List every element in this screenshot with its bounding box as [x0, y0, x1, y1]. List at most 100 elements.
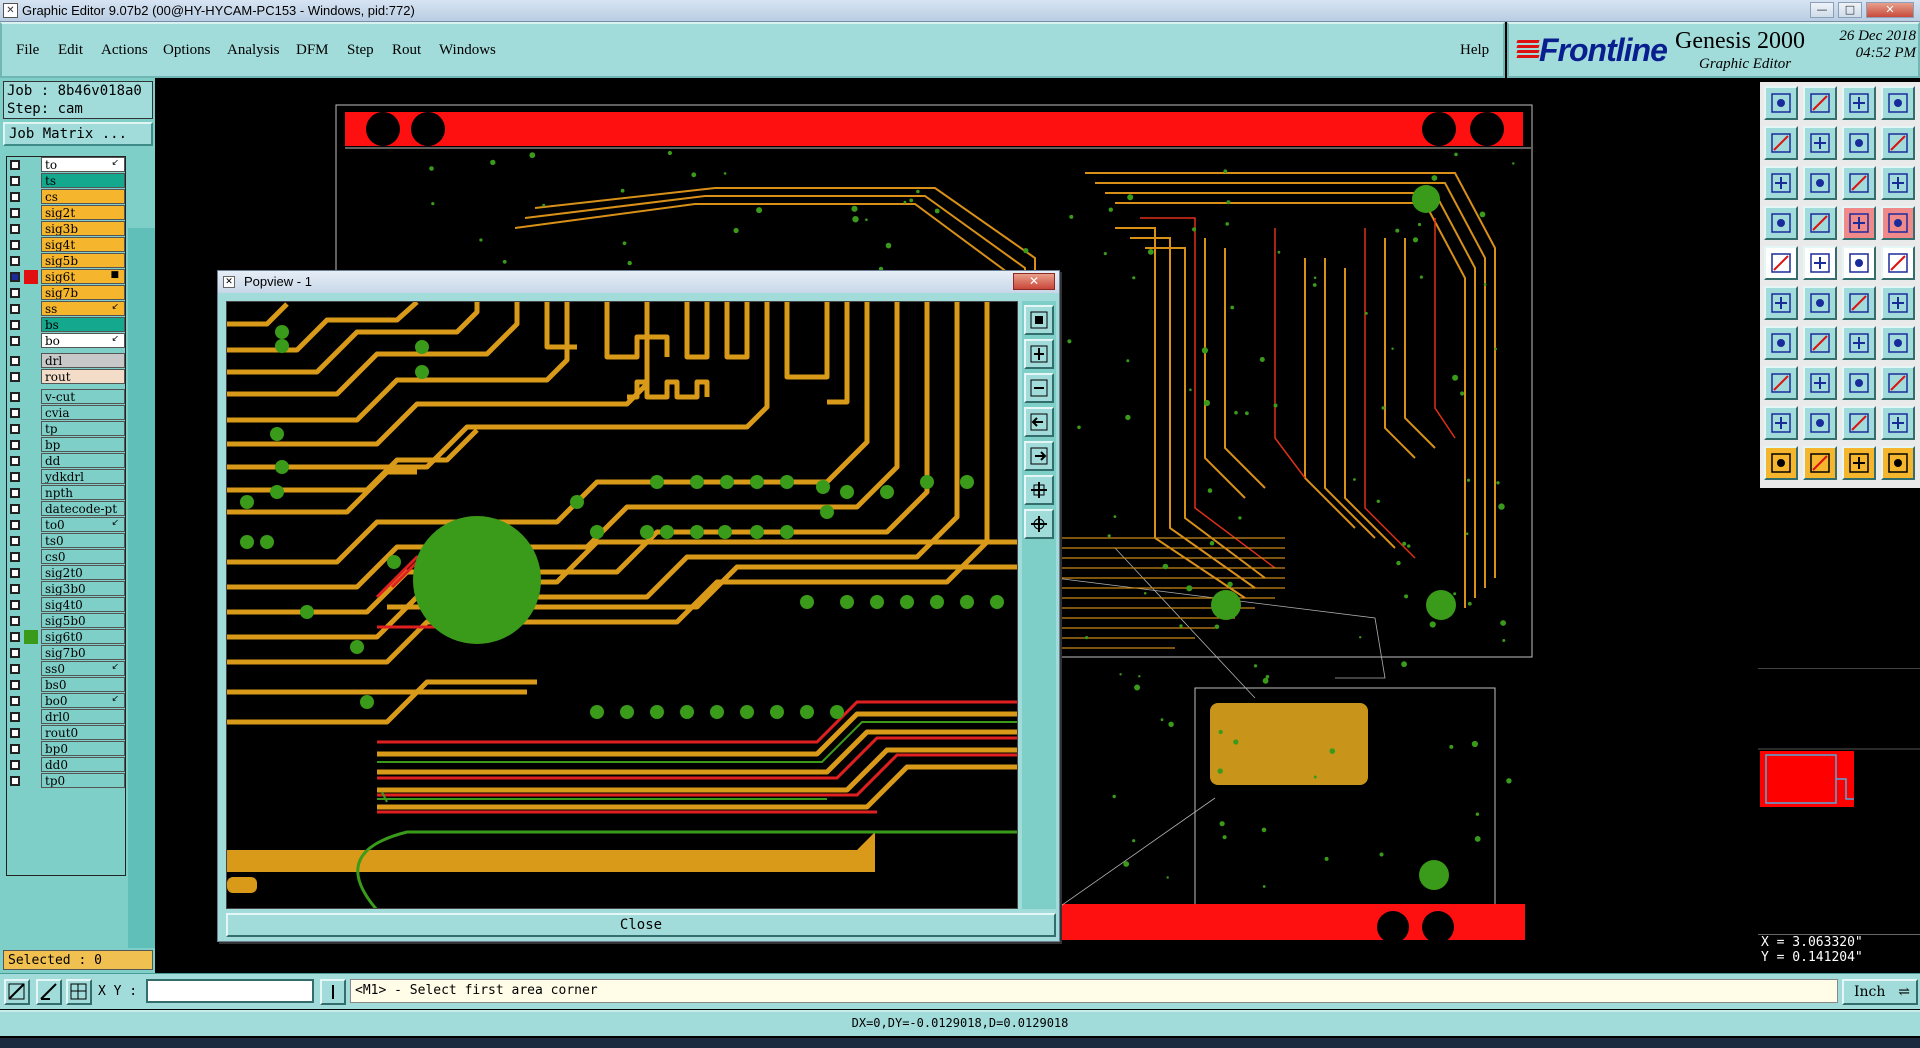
surface-icon[interactable]: [1881, 406, 1915, 440]
layer-name[interactable]: sig2t: [41, 205, 125, 220]
xy-input[interactable]: [146, 979, 314, 1003]
layer-row[interactable]: sig6t ■: [7, 269, 125, 285]
hide-icon[interactable]: [1881, 206, 1915, 240]
layer-row[interactable]: ss ↙: [7, 301, 125, 317]
layer-checkbox[interactable]: [10, 648, 20, 658]
polygon-icon[interactable]: [1842, 406, 1876, 440]
layer-row[interactable]: sig3b: [7, 221, 125, 237]
layer-checkbox[interactable]: [10, 424, 20, 434]
maximize-icon[interactable]: □: [1838, 2, 1862, 18]
menu-dfm[interactable]: DFM: [296, 42, 329, 59]
pad-icon[interactable]: [1881, 246, 1915, 280]
layer-row[interactable]: dd0: [7, 757, 125, 773]
layer-checkbox[interactable]: [10, 536, 20, 546]
help-icon[interactable]: [1881, 166, 1915, 200]
zoom-window-icon[interactable]: [1024, 509, 1054, 539]
menu-file[interactable]: File: [16, 42, 39, 59]
net-icon[interactable]: [1764, 286, 1798, 320]
text-cursor-icon[interactable]: [320, 979, 346, 1005]
layer-name[interactable]: sig3b: [41, 221, 125, 236]
align-icon[interactable]: [1881, 326, 1915, 360]
layer-row[interactable]: sig2t: [7, 205, 125, 221]
popview-canvas[interactable]: [226, 301, 1018, 909]
popview-close-icon[interactable]: ✕: [1013, 273, 1055, 290]
menu-windows[interactable]: Windows: [439, 42, 496, 59]
save-icon[interactable]: [1803, 86, 1837, 120]
home-icon[interactable]: [1842, 86, 1876, 120]
layer-name[interactable]: v-cut: [41, 389, 125, 404]
zoom-out-icon[interactable]: [1024, 373, 1054, 403]
zoom-in-icon[interactable]: [1024, 339, 1054, 369]
layer-name[interactable]: bp: [41, 437, 125, 452]
query-icon[interactable]: [1881, 446, 1915, 480]
layer-checkbox[interactable]: [10, 680, 20, 690]
layer-name[interactable]: rout: [41, 369, 125, 384]
ruler-icon[interactable]: [1842, 246, 1876, 280]
layer-checkbox[interactable]: [10, 372, 20, 382]
zoom-fit-icon[interactable]: [1764, 166, 1798, 200]
layer-checkbox[interactable]: [10, 568, 20, 578]
layer-name[interactable]: rout0: [41, 725, 125, 740]
layer-checkbox[interactable]: [10, 696, 20, 706]
layer-name[interactable]: sig4t0: [41, 597, 125, 612]
layer-row[interactable]: ts: [7, 173, 125, 189]
layer-name[interactable]: sig4t: [41, 237, 125, 252]
layer-row[interactable]: datecode-pt: [7, 501, 125, 517]
import-icon[interactable]: [1764, 126, 1798, 160]
layer-row[interactable]: ydkdrl: [7, 469, 125, 485]
layer-name[interactable]: bs0: [41, 677, 125, 692]
layer-row[interactable]: cvia: [7, 405, 125, 421]
copy-icon[interactable]: [1881, 366, 1915, 400]
layer-row[interactable]: npth: [7, 485, 125, 501]
layer-checkbox[interactable]: [10, 336, 20, 346]
close-icon[interactable]: ✕: [1866, 2, 1914, 18]
layer-name[interactable]: tp0: [41, 773, 125, 788]
rotate-icon[interactable]: [1842, 126, 1876, 160]
move-icon[interactable]: [1764, 366, 1798, 400]
polyline-icon[interactable]: [1803, 406, 1837, 440]
layer-name[interactable]: tp: [41, 421, 125, 436]
layer-row[interactable]: tp: [7, 421, 125, 437]
snap-icon[interactable]: [4, 979, 30, 1005]
layer-row[interactable]: dd: [7, 453, 125, 469]
layer-row[interactable]: bo ↙: [7, 333, 125, 349]
layer-checkbox[interactable]: [10, 552, 20, 562]
layer-checkbox[interactable]: [10, 712, 20, 722]
layer-checkbox[interactable]: [10, 488, 20, 498]
layer-name[interactable]: sig2t0: [41, 565, 125, 580]
pick-icon[interactable]: [1842, 446, 1876, 480]
menu-actions[interactable]: Actions: [101, 42, 148, 59]
layer-checkbox[interactable]: [10, 356, 20, 366]
layer-name[interactable]: sig7b0: [41, 645, 125, 660]
units-select[interactable]: Inch ⇌: [1842, 979, 1918, 1005]
layer-row[interactable]: sig5b0: [7, 613, 125, 629]
measure-icon[interactable]: [36, 979, 62, 1005]
layer-name[interactable]: cs: [41, 189, 125, 204]
menu-options[interactable]: Options: [163, 42, 211, 59]
layer-row[interactable]: bo0 ↙: [7, 693, 125, 709]
pan-right-icon[interactable]: [1024, 441, 1054, 471]
curve-icon[interactable]: [1842, 326, 1876, 360]
layer-checkbox[interactable]: [10, 256, 20, 266]
layer-name[interactable]: sig6t0: [41, 629, 125, 644]
drill-icon[interactable]: [1881, 286, 1915, 320]
layer-row[interactable]: cs0: [7, 549, 125, 565]
job-matrix-button[interactable]: Job Matrix ...: [3, 122, 153, 146]
layer-row[interactable]: drl0: [7, 709, 125, 725]
layer-row[interactable]: rout: [7, 369, 125, 385]
layer-checkbox[interactable]: [10, 392, 20, 402]
flip-icon[interactable]: [1881, 126, 1915, 160]
cut-icon[interactable]: [1803, 366, 1837, 400]
layer-name[interactable]: cs0: [41, 549, 125, 564]
layer-name[interactable]: sig7b: [41, 285, 125, 300]
layer-row[interactable]: bs0: [7, 677, 125, 693]
zoom-fit-icon[interactable]: [1024, 305, 1054, 335]
trim-icon[interactable]: [1842, 366, 1876, 400]
layer-row[interactable]: bp: [7, 437, 125, 453]
layer-name[interactable]: ts: [41, 173, 125, 188]
layer-checkbox[interactable]: [10, 584, 20, 594]
layer-name[interactable]: bp0: [41, 741, 125, 756]
layer-row[interactable]: v-cut: [7, 389, 125, 405]
layer-name[interactable]: bs: [41, 317, 125, 332]
pointer-icon[interactable]: [1764, 446, 1798, 480]
